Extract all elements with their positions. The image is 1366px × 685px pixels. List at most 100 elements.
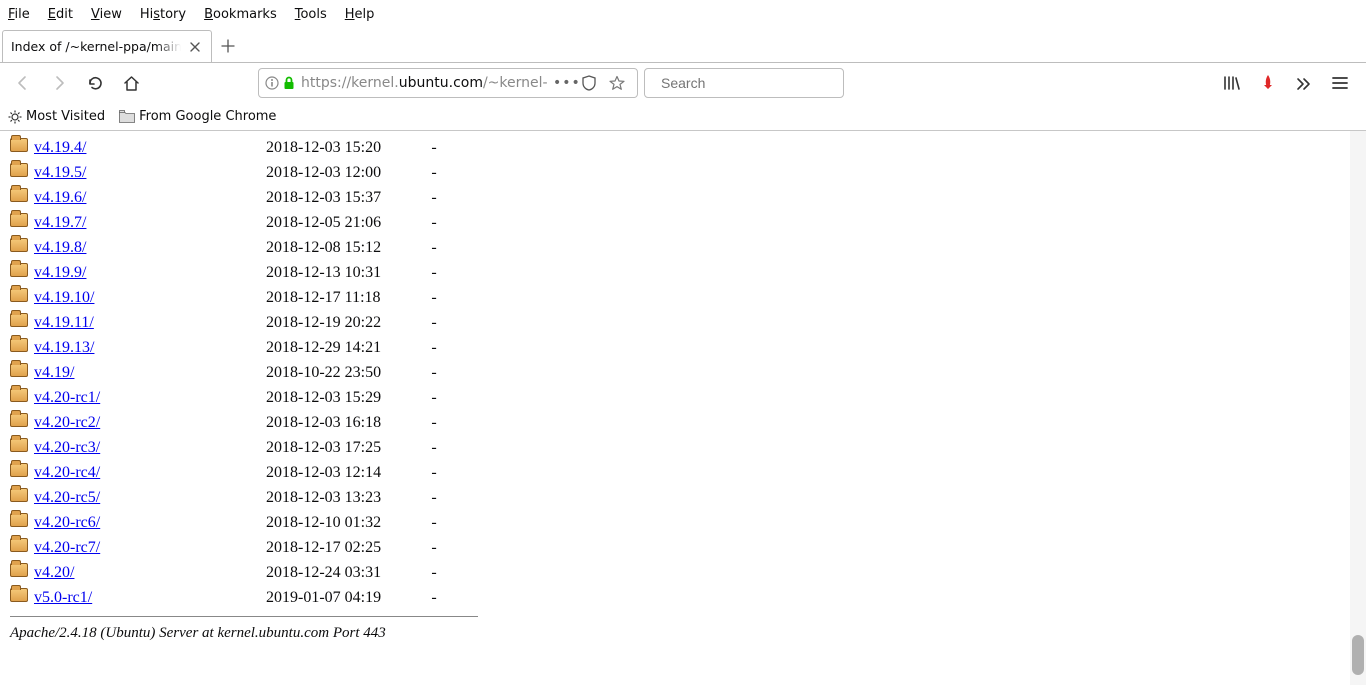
folder-icon [10,288,28,302]
table-row: v4.19.11/2018-12-19 20:22- [10,310,444,335]
menu-file[interactable]: File [8,7,30,22]
search-input[interactable] [659,74,844,92]
folder-icon [10,488,28,502]
size: - [424,460,444,485]
size: - [424,210,444,235]
size: - [424,435,444,460]
table-row: v4.19.10/2018-12-17 11:18- [10,285,444,310]
table-row: v4.19.4/2018-12-03 15:20- [10,135,444,160]
last-modified: 2018-12-05 21:06 [266,210,424,235]
menu-bookmarks[interactable]: Bookmarks [204,7,277,22]
url-bar[interactable]: https://kernel.ubuntu.com/~kernel-ppa/ma… [258,68,638,98]
directory-link[interactable]: v4.20/ [34,564,74,581]
folder-icon [10,538,28,552]
folder-icon [119,110,135,123]
url-path: /~kernel-ppa/mainline/ [483,75,547,91]
last-modified: 2018-12-03 12:14 [266,460,424,485]
folder-icon [10,263,28,277]
last-modified: 2018-12-03 15:37 [266,185,424,210]
table-row: v4.19/2018-10-22 23:50- [10,360,444,385]
bookmark-most-visited-label: Most Visited [26,109,105,124]
menu-tools[interactable]: Tools [295,7,327,22]
info-icon [265,76,279,90]
directory-link[interactable]: v4.19.13/ [34,339,94,356]
size: - [424,485,444,510]
menu-edit[interactable]: Edit [48,7,73,22]
folder-icon [10,513,28,527]
bookmarks-toolbar: Most Visited From Google Chrome [0,103,1366,131]
table-row: v4.20-rc1/2018-12-03 15:29- [10,385,444,410]
menu-view[interactable]: View [91,7,122,22]
last-modified: 2018-12-03 12:00 [266,160,424,185]
last-modified: 2018-12-08 15:12 [266,235,424,260]
directory-link[interactable]: v4.19.11/ [34,314,94,331]
directory-link[interactable]: v4.20-rc1/ [34,389,100,406]
folder-icon [10,463,28,477]
size: - [424,410,444,435]
url-host: ubuntu.com [399,75,483,91]
last-modified: 2018-12-03 13:23 [266,485,424,510]
scrollbar-thumb[interactable] [1352,635,1364,675]
folder-icon [10,363,28,377]
table-row: v4.19.7/2018-12-05 21:06- [10,210,444,235]
scrollbar[interactable] [1350,131,1366,685]
size: - [424,310,444,335]
reload-button[interactable] [80,68,110,98]
menu-history[interactable]: History [140,7,186,22]
directory-link[interactable]: v5.0-rc1/ [34,589,92,606]
directory-link[interactable]: v4.19/ [34,364,74,381]
directory-link[interactable]: v4.20-rc2/ [34,414,100,431]
size: - [424,535,444,560]
folder-icon [10,313,28,327]
search-bar[interactable] [644,68,844,98]
table-row: v4.20-rc7/2018-12-17 02:25- [10,535,444,560]
directory-link[interactable]: v4.20-rc7/ [34,539,100,556]
folder-icon [10,163,28,177]
bookmark-star-icon[interactable] [609,75,631,91]
last-modified: 2018-12-03 15:29 [266,385,424,410]
overflow-chevrons-icon[interactable] [1294,73,1314,93]
folder-icon [10,588,28,602]
tab-close-button[interactable] [187,39,203,55]
directory-link[interactable]: v4.20-rc5/ [34,489,100,506]
bookmark-most-visited[interactable]: Most Visited [8,109,105,124]
lock-icon [283,76,295,90]
forward-button[interactable] [44,68,74,98]
directory-link[interactable]: v4.19.7/ [34,214,86,231]
directory-link[interactable]: v4.19.4/ [34,139,86,156]
directory-link[interactable]: v4.19.5/ [34,164,86,181]
directory-link[interactable]: v4.20-rc4/ [34,464,100,481]
site-identity[interactable] [265,76,295,90]
table-row: v4.20-rc5/2018-12-03 13:23- [10,485,444,510]
last-modified: 2018-12-03 16:18 [266,410,424,435]
last-modified: 2019-01-07 04:19 [266,585,424,610]
table-row: v4.20-rc4/2018-12-03 12:14- [10,460,444,485]
directory-link[interactable]: v4.20-rc3/ [34,439,100,456]
directory-link[interactable]: v4.19.8/ [34,239,86,256]
folder-icon [10,388,28,402]
back-button[interactable] [8,68,38,98]
hamburger-menu-icon[interactable] [1330,73,1350,93]
directory-listing-table: v4.19.4/2018-12-03 15:20- v4.19.5/2018-12… [10,135,444,610]
bookmark-from-chrome[interactable]: From Google Chrome [119,109,276,124]
home-button[interactable] [116,68,146,98]
page-actions-button[interactable]: ••• [553,75,575,91]
directory-link[interactable]: v4.19.9/ [34,264,86,281]
size: - [424,560,444,585]
size: - [424,385,444,410]
directory-link[interactable]: v4.19.10/ [34,289,94,306]
menu-help[interactable]: Help [345,7,375,22]
directory-link[interactable]: v4.20-rc6/ [34,514,100,531]
download-arrow-icon[interactable] [1258,73,1278,93]
url-scheme: https://kernel. [301,75,399,91]
directory-link[interactable]: v4.19.6/ [34,189,86,206]
tracking-protection-icon[interactable] [581,75,603,91]
tab-active[interactable]: Index of /~kernel-ppa/mainline [2,30,212,62]
size: - [424,185,444,210]
last-modified: 2018-12-17 02:25 [266,535,424,560]
new-tab-button[interactable] [212,30,244,62]
table-row: v4.19.8/2018-12-08 15:12- [10,235,444,260]
last-modified: 2018-10-22 23:50 [266,360,424,385]
library-icon[interactable] [1222,73,1242,93]
size: - [424,510,444,535]
